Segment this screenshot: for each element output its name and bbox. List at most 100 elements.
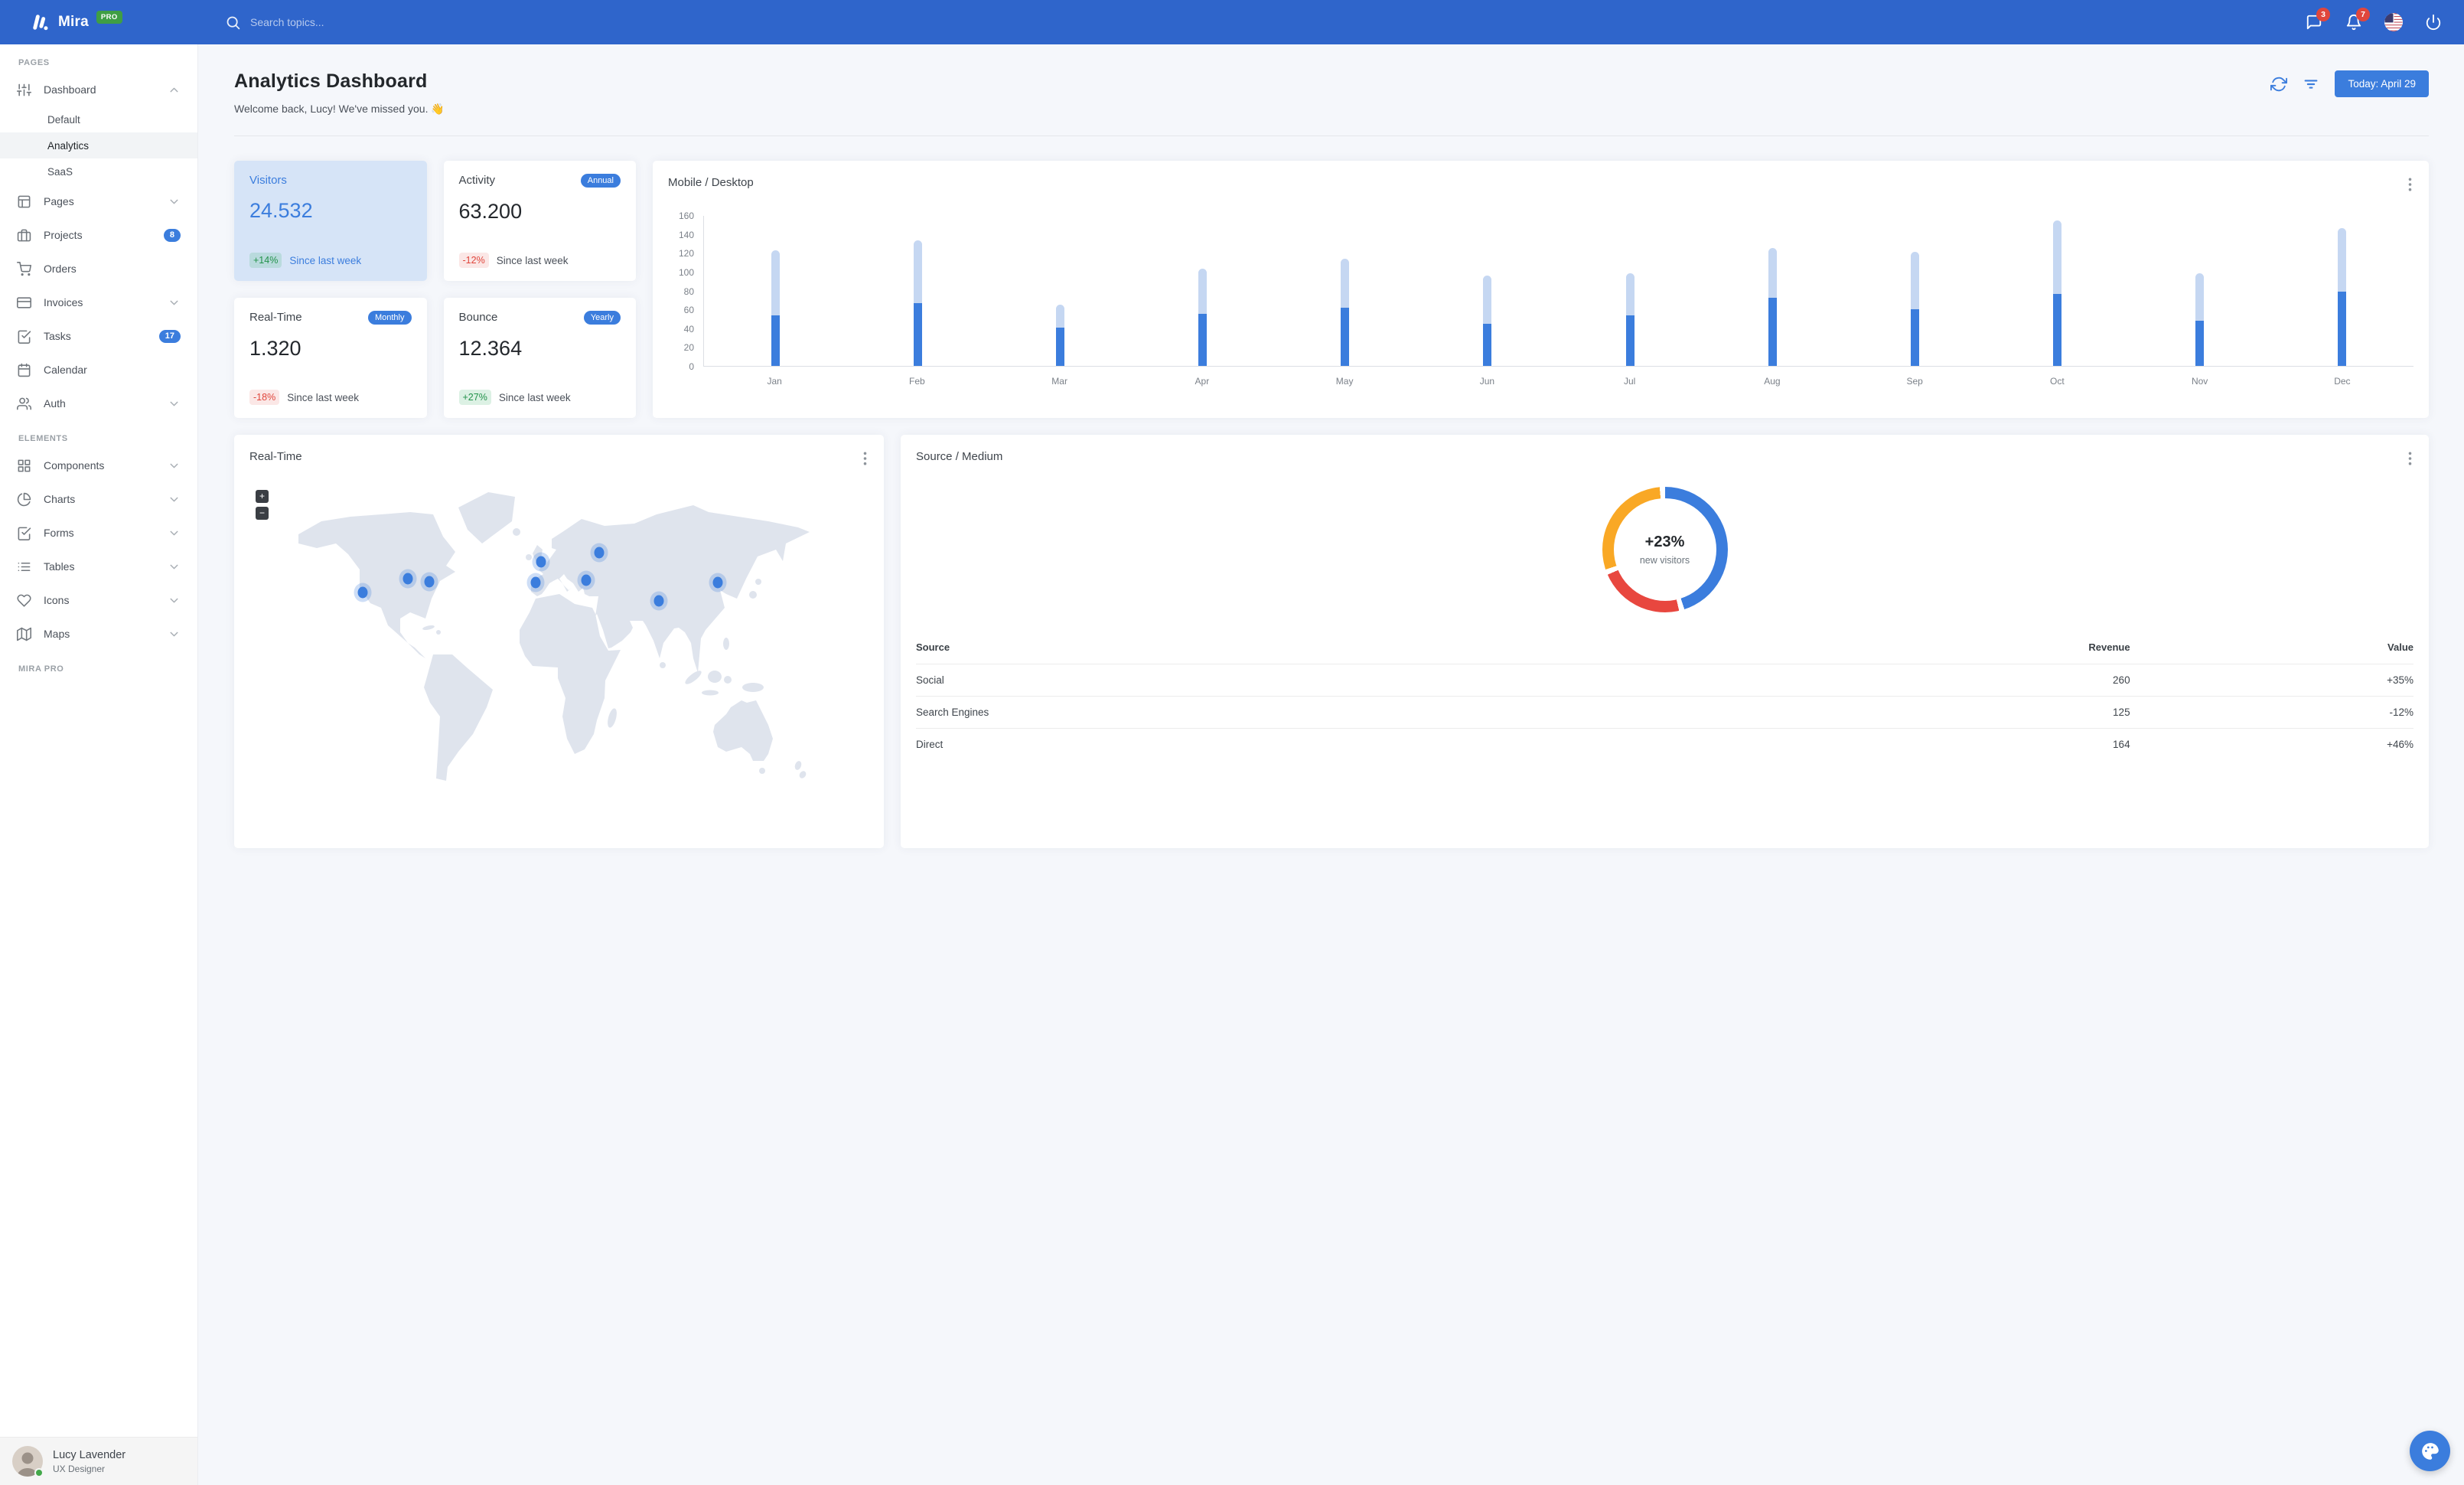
today-button[interactable]: Today: April 29 xyxy=(2335,70,2429,97)
donut-center-caption: new visitors xyxy=(1639,555,1690,566)
visitor-map-marker[interactable] xyxy=(530,576,541,589)
sidebar-item-label: Auth xyxy=(44,397,66,410)
stat-title: Real-Time xyxy=(249,311,302,324)
stat-period-badge: Yearly xyxy=(583,311,621,325)
visitor-map-marker[interactable] xyxy=(653,595,664,607)
chevron-down-icon xyxy=(168,560,181,573)
stat-delta-badge: -18% xyxy=(249,390,280,405)
visitor-map-marker[interactable] xyxy=(536,556,546,568)
navbar-actions: 3 7 xyxy=(2305,8,2464,31)
stat-caption: Since last week xyxy=(496,254,569,266)
sidebar-item-invoices[interactable]: Invoices xyxy=(0,286,197,319)
visitor-map-marker[interactable] xyxy=(594,547,605,559)
sidebar-item-components[interactable]: Components xyxy=(0,449,197,482)
bar-jan xyxy=(704,250,846,366)
sliders-icon xyxy=(17,83,31,97)
sidebar-user[interactable]: Lucy Lavender UX Designer xyxy=(0,1437,197,1485)
desktop-segment xyxy=(913,240,922,303)
donut-chart: +23% new visitors xyxy=(1602,487,1728,612)
sidebar-nav: PAGES Dashboard Default Analytics SaaS Pages P… xyxy=(0,44,197,679)
cell-source: Social xyxy=(916,664,1690,697)
search-input[interactable] xyxy=(250,16,434,28)
sidebar-item-auth[interactable]: Auth xyxy=(0,387,197,420)
sidebar-subitem-saas[interactable]: SaaS xyxy=(0,158,197,184)
y-tick-label: 20 xyxy=(683,342,694,354)
col-source: Source xyxy=(916,635,1690,664)
sidebar-item-charts[interactable]: Charts xyxy=(0,482,197,516)
table-row-direct: Direct 164 +46% xyxy=(916,729,2413,761)
stat-title: Activity xyxy=(458,174,496,187)
notifications-button[interactable]: 7 xyxy=(2345,8,2370,31)
grid-icon xyxy=(17,459,31,473)
sidebar-item-calendar[interactable]: Calendar xyxy=(0,353,197,387)
sidebar-item-tasks[interactable]: Tasks 17 xyxy=(0,319,197,353)
chevron-down-icon xyxy=(168,594,181,607)
user-name: Lucy Lavender xyxy=(53,1448,126,1461)
stat-card-real-time: Real-Time Monthly 1.320 -18% Since last week xyxy=(234,298,427,418)
sidebar-item-pages[interactable]: Pages xyxy=(0,184,197,218)
header-divider xyxy=(234,135,2429,136)
desktop-segment xyxy=(1625,273,1635,315)
desktop-segment xyxy=(2338,228,2347,292)
stat-value: 24.532 xyxy=(249,199,313,222)
stat-period-badge: Monthly xyxy=(367,311,412,325)
logout-button[interactable] xyxy=(2424,13,2443,31)
x-tick-label: Jan xyxy=(767,376,782,387)
brand-logo[interactable]: Mira PRO xyxy=(0,10,197,32)
chevron-up-icon xyxy=(168,83,181,96)
visitor-map-marker[interactable] xyxy=(581,574,592,586)
y-tick-label: 0 xyxy=(689,361,694,372)
sidebar-subitem-analytics[interactable]: Analytics xyxy=(0,132,197,158)
mobile-segment xyxy=(2195,320,2205,366)
visitor-map-marker[interactable] xyxy=(403,573,413,585)
sidebar-item-forms[interactable]: Forms xyxy=(0,516,197,550)
visitor-map-marker[interactable] xyxy=(357,586,368,599)
zoom-in-button[interactable]: + xyxy=(256,490,269,503)
pro-badge: PRO xyxy=(96,10,122,24)
world-map[interactable] xyxy=(234,479,884,848)
visitor-map-marker[interactable] xyxy=(712,576,723,589)
sidebar-item-dashboard[interactable]: Dashboard xyxy=(0,73,197,106)
x-tick-label: Apr xyxy=(1195,376,1210,387)
x-tick-label: Feb xyxy=(909,376,925,387)
source-medium-card: Source / Medium +23% new visitors Source xyxy=(901,435,2429,848)
x-tick-label: Sep xyxy=(1906,376,1923,387)
x-axis: Jan Feb Mar Apr May Jun Jul Aug Sep Oct Nov Dec xyxy=(703,376,2413,387)
sidebar-section-mira-pro: MIRA PRO xyxy=(18,664,64,674)
sidebar-item-icons[interactable]: Icons xyxy=(0,583,197,617)
notifications-count-badge: 7 xyxy=(2356,8,2370,21)
layout-icon xyxy=(17,194,31,209)
y-tick-label: 100 xyxy=(678,266,694,278)
chevron-down-icon xyxy=(168,628,181,641)
mobile-segment xyxy=(1198,314,1208,366)
sidebar-item-orders[interactable]: Orders xyxy=(0,252,197,286)
zoom-out-button[interactable]: − xyxy=(256,507,269,520)
cell-value: +46% xyxy=(2387,739,2413,750)
sidebar-item-projects[interactable]: Projects 8 xyxy=(0,218,197,252)
sidebar-item-tables[interactable]: Tables xyxy=(0,550,197,583)
palette-icon xyxy=(2421,1442,2439,1460)
x-tick-label: Jul xyxy=(1623,376,1636,387)
theme-settings-fab[interactable] xyxy=(2410,1431,2450,1471)
y-axis: 160 140 120 100 80 60 40 20 0 xyxy=(668,211,694,372)
chart-card-menu-button[interactable] xyxy=(2407,176,2413,193)
map-card-menu-button[interactable] xyxy=(862,450,869,467)
sidebar-item-maps[interactable]: Maps xyxy=(0,617,197,651)
map-card-title: Real-Time xyxy=(249,450,302,463)
visitor-map-marker[interactable] xyxy=(424,576,435,588)
y-tick-label: 40 xyxy=(683,323,694,335)
stat-value: 12.364 xyxy=(458,337,523,360)
table-row-social: Social 260 +35% xyxy=(916,664,2413,697)
power-icon xyxy=(2426,14,2441,31)
stat-value: 63.200 xyxy=(458,200,523,223)
source-card-menu-button[interactable] xyxy=(2407,450,2413,467)
mobile-segment xyxy=(1910,309,1919,366)
cart-icon xyxy=(17,261,31,276)
sidebar-subitem-default[interactable]: Default xyxy=(0,106,197,132)
messages-button[interactable]: 3 xyxy=(2305,8,2330,31)
briefcase-icon xyxy=(17,228,31,243)
cell-revenue: 125 xyxy=(1690,696,2130,729)
filter-button[interactable] xyxy=(2303,76,2319,93)
refresh-button[interactable] xyxy=(2270,76,2288,93)
language-button[interactable] xyxy=(2384,13,2403,31)
